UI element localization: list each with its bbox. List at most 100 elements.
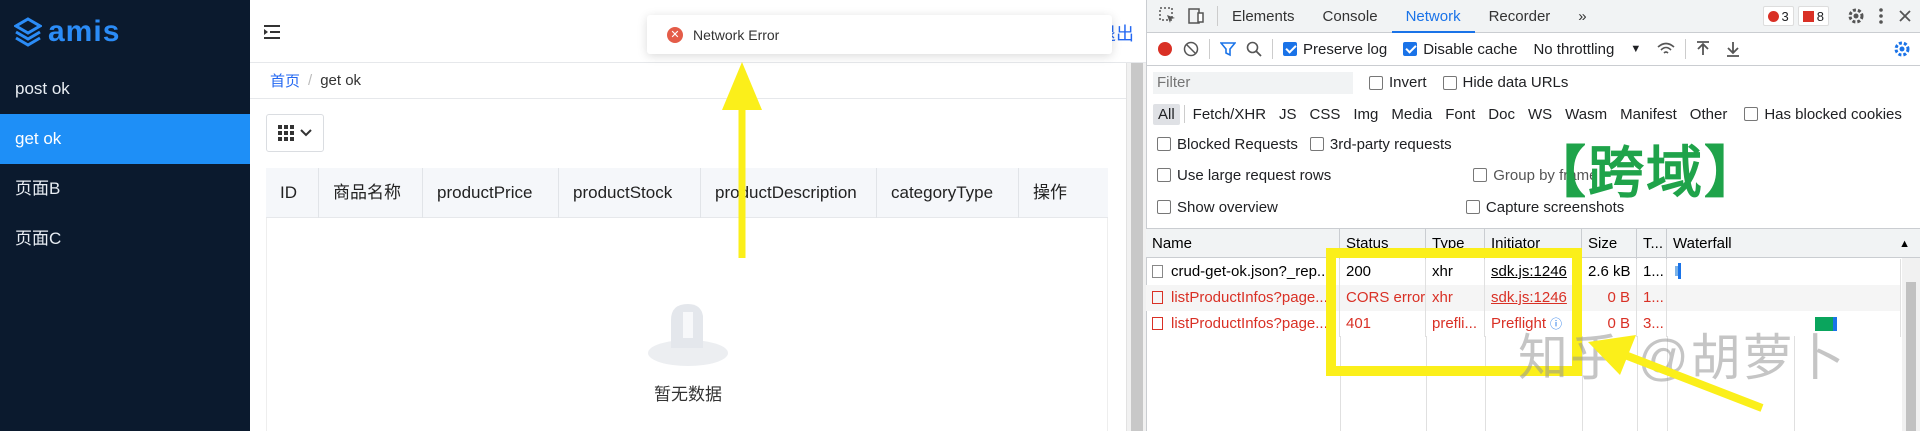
checkbox-unchecked-icon — [1157, 200, 1171, 214]
import-har-icon[interactable] — [1696, 41, 1710, 57]
checkbox-checked-icon — [1403, 42, 1418, 56]
page-scrollbar[interactable] — [1126, 63, 1146, 431]
tab-network[interactable]: Network — [1391, 0, 1475, 33]
breadcrumb: 首页 / get ok — [250, 63, 1126, 99]
third-party-requests-checkbox[interactable]: 3rd-party requests — [1309, 136, 1452, 153]
watermark: 知乎 @胡萝卜 — [1518, 330, 1847, 386]
type-filter-wasm[interactable]: Wasm — [1560, 104, 1612, 125]
network-error-toast: ✕ Network Error — [647, 15, 1112, 54]
tab-elements[interactable]: Elements — [1218, 0, 1309, 33]
sidebar-item-get-ok[interactable]: get ok — [0, 114, 250, 164]
issue-icon — [1802, 10, 1814, 22]
type-filter-img[interactable]: Img — [1348, 104, 1383, 125]
column-header-name[interactable]: Name — [1146, 229, 1340, 259]
checkbox-unchecked-icon — [1157, 168, 1171, 182]
error-icon — [1767, 10, 1779, 22]
view-mode-dropdown[interactable] — [266, 114, 324, 152]
tab-console[interactable]: Console — [1309, 0, 1392, 33]
checkbox-unchecked-icon — [1744, 107, 1759, 121]
column-header-name[interactable]: 商品名称 — [319, 168, 423, 218]
grid-icon — [278, 125, 294, 141]
sidebar-item-post-ok[interactable]: post ok — [0, 64, 250, 114]
kebab-menu-icon[interactable] — [1879, 8, 1883, 24]
filter-icon[interactable] — [1220, 41, 1236, 57]
more-tabs-button[interactable]: » — [1564, 0, 1600, 33]
file-icon — [1152, 291, 1163, 304]
type-filter-other[interactable]: Other — [1685, 104, 1733, 125]
error-circle-icon: ✕ — [667, 26, 683, 43]
sidebar: amis post ok get ok 页面B 页面C — [0, 0, 250, 431]
toast-message: Network Error — [693, 26, 780, 43]
checkbox-unchecked-icon — [1157, 137, 1171, 151]
checkbox-checked-icon — [1283, 42, 1297, 56]
disable-cache-checkbox[interactable]: Disable cache — [1403, 41, 1517, 58]
table-empty-state: 暂无数据 — [266, 218, 1108, 431]
waterfall-bar — [1678, 263, 1681, 279]
throttling-select[interactable]: No throttling ▼ — [1533, 41, 1641, 58]
logo-text: amis — [48, 15, 121, 48]
collapse-menu-icon[interactable] — [262, 22, 282, 42]
chevron-down-icon — [300, 129, 312, 137]
logo[interactable]: amis — [14, 14, 120, 50]
device-toolbar-icon[interactable] — [1187, 7, 1205, 25]
has-blocked-cookies-checkbox[interactable]: Has blocked cookies — [1744, 106, 1902, 123]
dropdown-triangle-icon: ▼ — [1630, 43, 1642, 55]
type-filter-media[interactable]: Media — [1386, 104, 1437, 125]
table-header: ID 商品名称 productPrice productStock produc… — [266, 168, 1108, 218]
breadcrumb-home-link[interactable]: 首页 — [270, 70, 300, 91]
blocked-requests-checkbox[interactable]: Blocked Requests — [1157, 136, 1298, 153]
sidebar-item-page-b[interactable]: 页面B — [0, 164, 250, 214]
amis-logo-icon — [14, 17, 42, 47]
inspect-element-icon[interactable] — [1159, 7, 1177, 25]
checkbox-unchecked-icon — [1369, 75, 1383, 90]
clear-icon[interactable] — [1183, 41, 1199, 57]
column-header-time[interactable]: T... — [1637, 229, 1667, 259]
breadcrumb-current: get ok — [320, 72, 362, 89]
column-header-description[interactable]: productDescription — [701, 168, 877, 218]
type-filter-font[interactable]: Font — [1440, 104, 1480, 125]
hide-data-urls-checkbox[interactable]: Hide data URLs — [1442, 74, 1568, 91]
amis-app: amis post ok get ok 页面B 页面C 退出 ✕ Network… — [0, 0, 1146, 431]
type-filter-doc[interactable]: Doc — [1483, 104, 1520, 125]
breadcrumb-separator: / — [308, 72, 313, 89]
search-icon[interactable] — [1246, 41, 1262, 57]
filter-row: Invert Hide data URLs — [1147, 66, 1920, 99]
type-filter-css[interactable]: CSS — [1305, 104, 1346, 125]
column-header-price[interactable]: productPrice — [423, 168, 559, 218]
invert-checkbox[interactable]: Invert — [1369, 74, 1427, 91]
type-filter-manifest[interactable]: Manifest — [1615, 104, 1682, 125]
tab-recorder[interactable]: Recorder — [1475, 0, 1565, 33]
column-header-waterfall[interactable]: Waterfall ▲ — [1667, 229, 1920, 259]
network-settings-gear-icon[interactable] — [1893, 40, 1911, 58]
waterfall-cell — [1667, 285, 1901, 311]
column-header-stock[interactable]: productStock — [559, 168, 701, 218]
empty-box-icon — [648, 304, 728, 366]
checkbox-unchecked-icon — [1465, 200, 1480, 214]
show-overview-checkbox[interactable]: Show overview — [1157, 199, 1278, 216]
close-devtools-icon[interactable] — [1899, 10, 1911, 22]
column-header-id[interactable]: ID — [266, 168, 319, 218]
filter-input[interactable] — [1153, 71, 1353, 94]
sidebar-item-page-c[interactable]: 页面C — [0, 214, 250, 264]
error-count-badge[interactable]: 3 — [1762, 6, 1794, 26]
settings-gear-icon[interactable] — [1847, 7, 1865, 25]
type-filter-fetch-xhr[interactable]: Fetch/XHR — [1188, 104, 1271, 125]
type-filter-js[interactable]: JS — [1274, 104, 1302, 125]
type-filter-ws[interactable]: WS — [1523, 104, 1557, 125]
checkbox-unchecked-icon — [1309, 137, 1324, 151]
resource-type-filters: All Fetch/XHR JS CSS Img Media Font Doc … — [1147, 99, 1920, 129]
type-filter-all[interactable]: All — [1153, 103, 1180, 125]
export-har-icon[interactable] — [1726, 41, 1740, 57]
large-request-rows-checkbox[interactable]: Use large request rows — [1157, 167, 1331, 184]
network-conditions-icon[interactable] — [1657, 41, 1675, 57]
empty-text: 暂无数据 — [654, 385, 722, 404]
preserve-log-checkbox[interactable]: Preserve log — [1283, 41, 1387, 58]
sort-triangle-icon: ▲ — [1899, 238, 1910, 250]
column-header-category-type[interactable]: categoryType — [877, 168, 1019, 218]
checkbox-unchecked-icon — [1473, 168, 1488, 182]
record-icon[interactable] — [1157, 41, 1173, 57]
network-scrollbar[interactable] — [1902, 258, 1920, 431]
file-icon — [1152, 317, 1163, 330]
column-header-size[interactable]: Size — [1582, 229, 1637, 259]
issue-count-badge[interactable]: 8 — [1797, 6, 1829, 26]
